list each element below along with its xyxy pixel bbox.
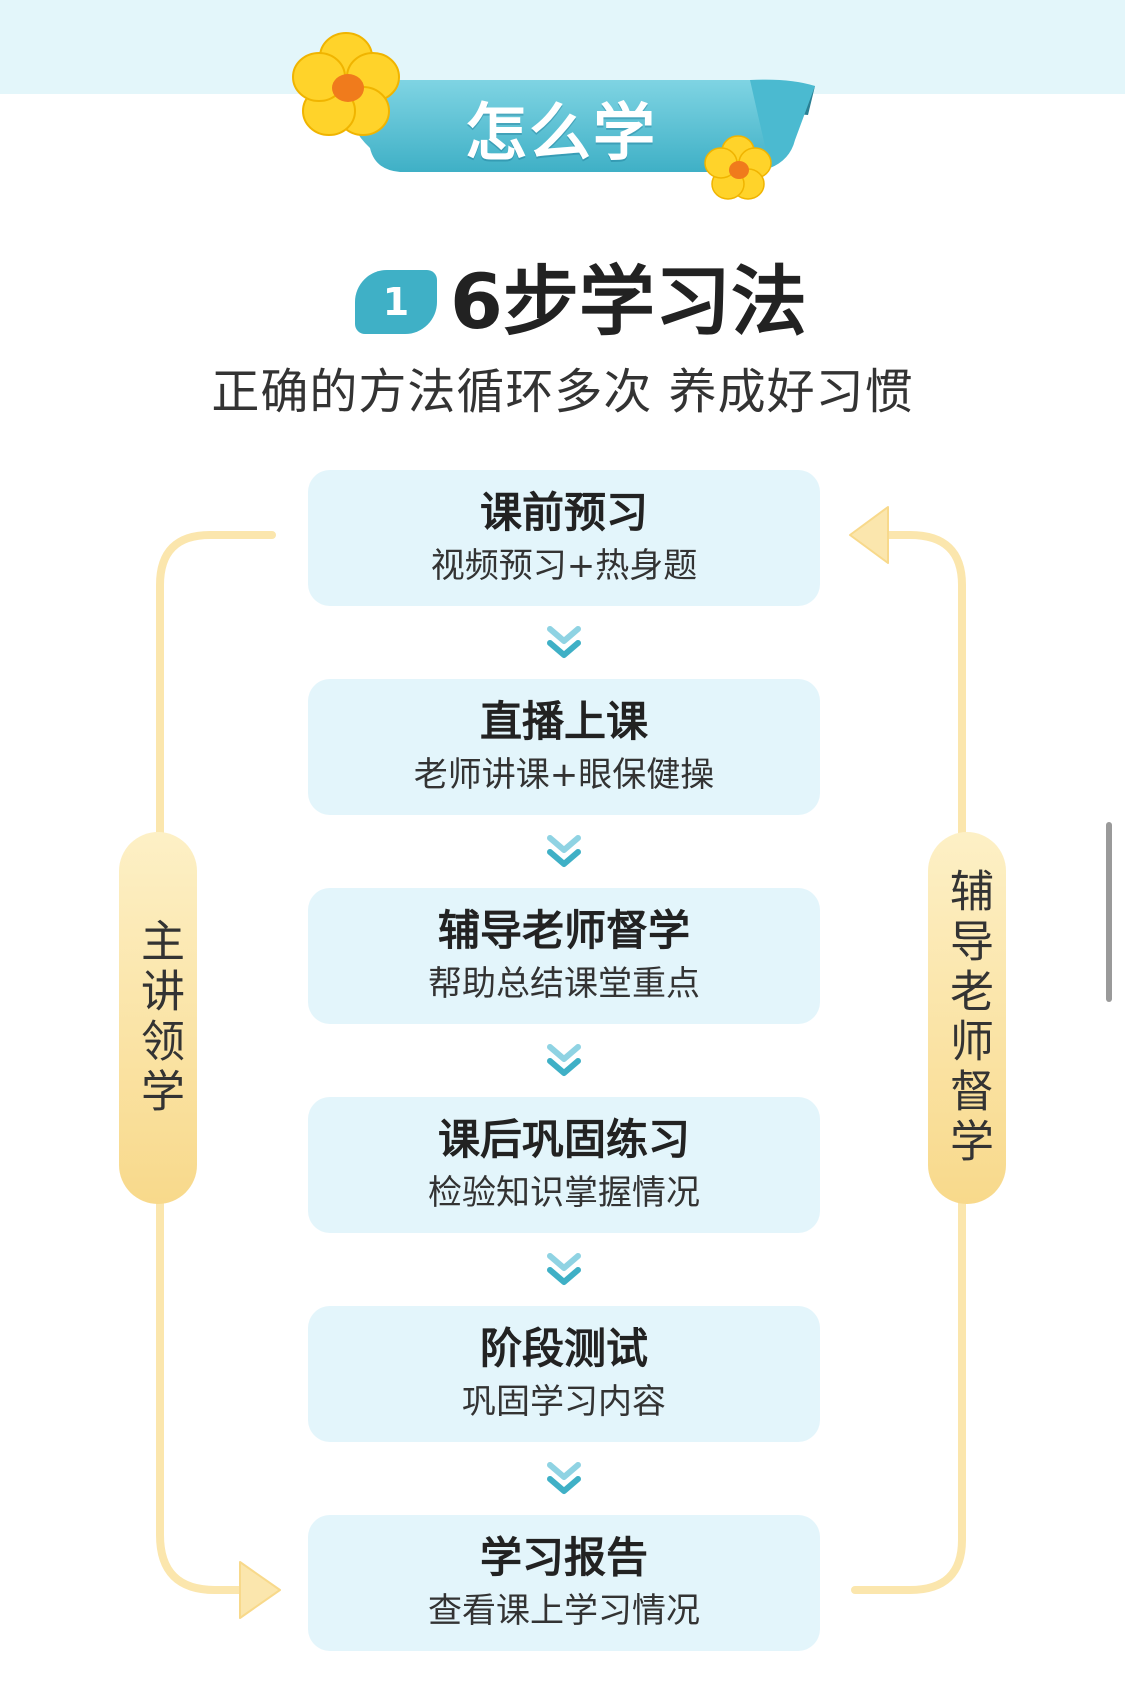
- double-chevron-down-icon: [547, 1044, 581, 1076]
- right-side-pill: 辅导老师督学: [928, 832, 1006, 1204]
- step-desc: 帮助总结课堂重点: [428, 964, 700, 1004]
- step-desc: 查看课上学习情况: [428, 1591, 700, 1631]
- step-desc: 巩固学习内容: [462, 1382, 666, 1422]
- step-card-4: 课后巩固练习 检验知识掌握情况: [308, 1097, 820, 1233]
- scrollbar-thumb[interactable]: [1106, 822, 1112, 1002]
- step-title: 辅导老师督学: [437, 906, 690, 955]
- double-chevron-down-icon: [547, 1462, 581, 1494]
- arrow-icon: [849, 506, 889, 564]
- step-title: 阶段测试: [479, 1324, 648, 1373]
- step-desc: 老师讲课+眼保健操: [413, 755, 715, 795]
- step-card-3: 辅导老师督学 帮助总结课堂重点: [308, 888, 820, 1024]
- double-chevron-down-icon: [547, 626, 581, 658]
- left-side-pill: 主讲领学: [119, 832, 197, 1204]
- double-chevron-down-icon: [547, 1253, 581, 1285]
- double-chevron-down-icon: [547, 835, 581, 867]
- step-title: 课前预习: [479, 488, 648, 537]
- right-side-label: 辅导老师督学: [942, 868, 993, 1168]
- step-title: 直播上课: [479, 697, 648, 746]
- step-desc: 视频预习+热身题: [430, 546, 698, 586]
- step-desc: 检验知识掌握情况: [428, 1173, 700, 1213]
- step-title: 学习报告: [479, 1533, 648, 1582]
- step-card-2: 直播上课 老师讲课+眼保健操: [308, 679, 820, 815]
- arrow-icon: [239, 1561, 281, 1619]
- left-side-label: 主讲领学: [133, 918, 184, 1118]
- step-title: 课后巩固练习: [437, 1115, 690, 1164]
- step-card-1: 课前预习 视频预习+热身题: [308, 470, 820, 606]
- step-card-6: 学习报告 查看课上学习情况: [308, 1515, 820, 1651]
- step-card-5: 阶段测试 巩固学习内容: [308, 1306, 820, 1442]
